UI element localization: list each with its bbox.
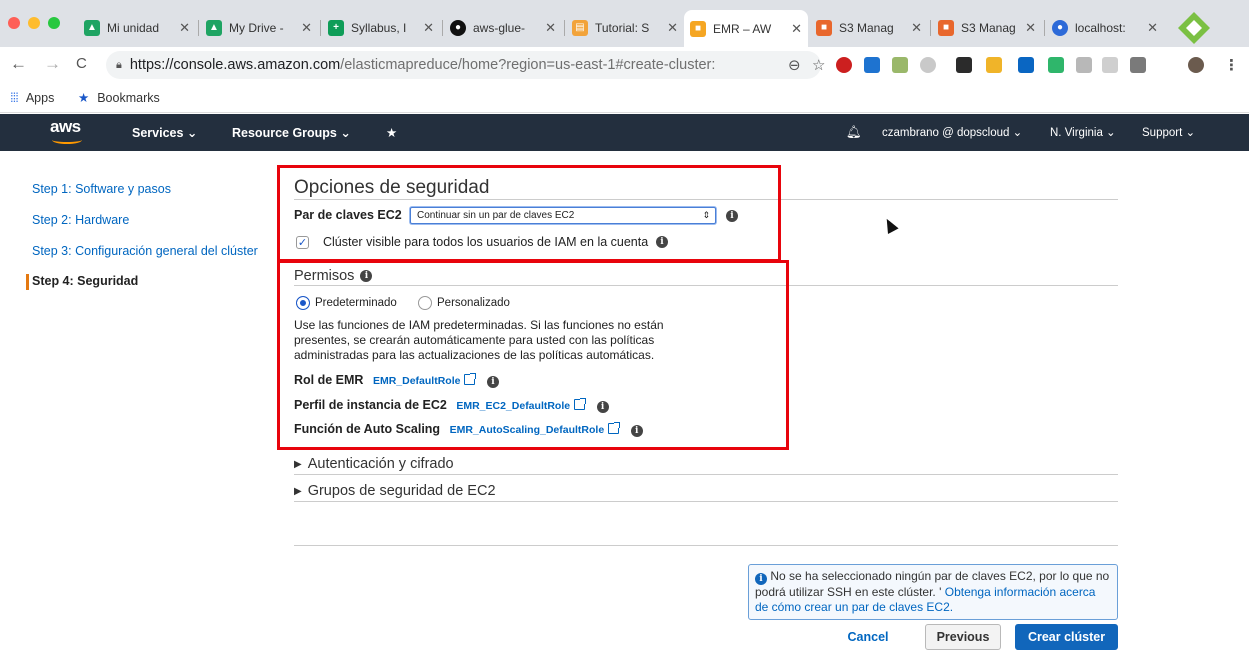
info-icon: i [755,573,767,585]
close-tab-icon[interactable]: ✕ [911,20,922,36]
zoom-icon[interactable]: ⊖ [788,56,801,74]
aws-logo[interactable]: aws [50,117,82,144]
caret-right-icon: ▶ [294,458,302,470]
caret-right-icon: ▶ [294,485,302,497]
bookmark-star-icon[interactable]: ☆ [812,56,825,74]
close-window-icon[interactable] [8,17,20,29]
close-tab-icon[interactable]: ✕ [179,20,190,36]
close-tab-icon[interactable]: ✕ [1147,20,1158,36]
google-sheets-icon: + [328,19,344,36]
aws-box-icon: ■ [816,19,832,36]
highlight-box [277,260,789,450]
extension-icon[interactable] [1076,57,1092,73]
extension-logo-icon [1178,12,1210,44]
security-groups-section[interactable]: ▶ Grupos de seguridad de EC2 [294,483,496,499]
close-tab-icon[interactable]: ✕ [791,21,802,37]
close-tab-icon[interactable]: ✕ [423,20,434,36]
browser-tab[interactable]: + Syllabus, I ✕ [322,14,440,41]
close-tab-icon[interactable]: ✕ [1025,20,1036,36]
browser-tab[interactable]: ■ S3 Manag ✕ [810,14,928,41]
aws-box-icon: ■ [938,19,954,36]
browser-tab[interactable]: ▲ My Drive - ✕ [200,14,318,41]
lock-icon: 🔒︎ [116,58,122,71]
pin-star-icon[interactable]: ★ [386,125,397,140]
browser-tab-active[interactable]: ■ EMR – AW ✕ [684,10,808,47]
extension-icon[interactable] [986,57,1002,73]
linkedin-icon[interactable] [1018,57,1034,73]
minimize-window-icon[interactable] [28,17,40,29]
extension-icon[interactable] [864,57,880,73]
browser-tab[interactable]: ▤ Tutorial: S ✕ [566,14,684,41]
address-bar[interactable]: 🔒︎ https://console.aws.amazon.com/elasti… [106,51,821,79]
opera-icon[interactable] [836,57,852,73]
maximize-window-icon[interactable] [48,17,60,29]
apps-bookmark[interactable]: ⁞⁞⁞ Apps [10,90,54,105]
aws-nav-bar: aws Services ⌄ Resource Groups ⌄ ★ 🔔︎ cz… [0,114,1249,151]
step-general-config[interactable]: Step 3: Configuración general del clúste… [32,244,258,258]
globe-icon: ● [1052,19,1068,36]
aws-box-icon: ■ [690,20,706,37]
account-menu[interactable]: czambrano @ dopscloud ⌄ [882,125,1022,139]
resource-groups-menu[interactable]: Resource Groups ⌄ [232,125,351,140]
auth-encryption-section[interactable]: ▶ Autenticación y cifrado [294,456,454,472]
browser-toolbar: ← → C 🔒︎ https://console.aws.amazon.com /… [0,47,1249,83]
menu-icon[interactable]: ⋮ [1224,56,1239,74]
chevron-down-icon: ⌄ [1185,127,1196,139]
extension-icon[interactable] [1048,57,1064,73]
support-menu[interactable]: Support ⌄ [1142,125,1195,139]
current-step-indicator [26,274,29,290]
browser-tab[interactable]: ● aws-glue- ✕ [444,14,562,41]
close-tab-icon[interactable]: ✕ [545,20,556,36]
google-drive-icon: ▲ [84,19,100,36]
docs-icon: ▤ [572,19,588,36]
highlight-box [277,165,781,262]
reload-icon[interactable]: C [76,55,87,72]
bookmarks-bar: ⁞⁞⁞ Apps ★ Bookmarks [0,83,1249,113]
apps-grid-icon: ⁞⁞⁞ [10,90,19,105]
browser-tab[interactable]: ■ S3 Manag ✕ [932,14,1042,41]
browser-tab-strip: ▲ Mi unidad ✕ ▲ My Drive - ✕ + Syllabus, I… [0,0,1249,47]
forward-icon[interactable]: → [44,54,61,74]
extension-icon[interactable] [920,57,936,73]
github-icon: ● [450,19,466,36]
chevron-down-icon: ⌄ [340,126,351,140]
step-security: Step 4: Seguridad [32,274,139,288]
step-hardware[interactable]: Step 2: Hardware [32,213,129,227]
cancel-button[interactable]: Cancel [836,624,900,650]
region-menu[interactable]: N. Virginia ⌄ [1050,125,1116,139]
extension-icon[interactable] [1130,57,1146,73]
back-icon[interactable]: ← [10,54,27,74]
browser-tab[interactable]: ▲ Mi unidad ✕ [78,14,196,41]
mouse-cursor-icon [881,216,899,234]
keypair-warning: i No se ha seleccionado ningún par de cl… [748,564,1118,620]
create-cluster-button[interactable]: Crear clúster [1015,624,1118,650]
notification-bell-icon[interactable]: 🔔︎ [846,125,862,140]
chevron-down-icon: ⌄ [1012,127,1023,139]
profile-avatar[interactable] [1188,57,1204,73]
close-tab-icon[interactable]: ✕ [301,20,312,36]
google-drive-icon: ▲ [206,19,222,36]
bookmarks-folder[interactable]: ★ Bookmarks [78,90,160,106]
chevron-down-icon: ⌄ [186,126,198,140]
close-tab-icon[interactable]: ✕ [667,20,678,36]
chevron-down-icon: ⌄ [1106,127,1116,139]
previous-button[interactable]: Previous [925,624,1001,650]
step-software[interactable]: Step 1: Software y pasos [32,182,171,196]
browser-tab[interactable]: ● localhost: ✕ [1046,14,1164,41]
services-menu[interactable]: Services ⌄ [132,125,197,140]
extension-icon[interactable] [892,57,908,73]
extension-icon[interactable] [1102,57,1118,73]
extension-icon[interactable] [956,57,972,73]
star-icon: ★ [78,91,90,105]
